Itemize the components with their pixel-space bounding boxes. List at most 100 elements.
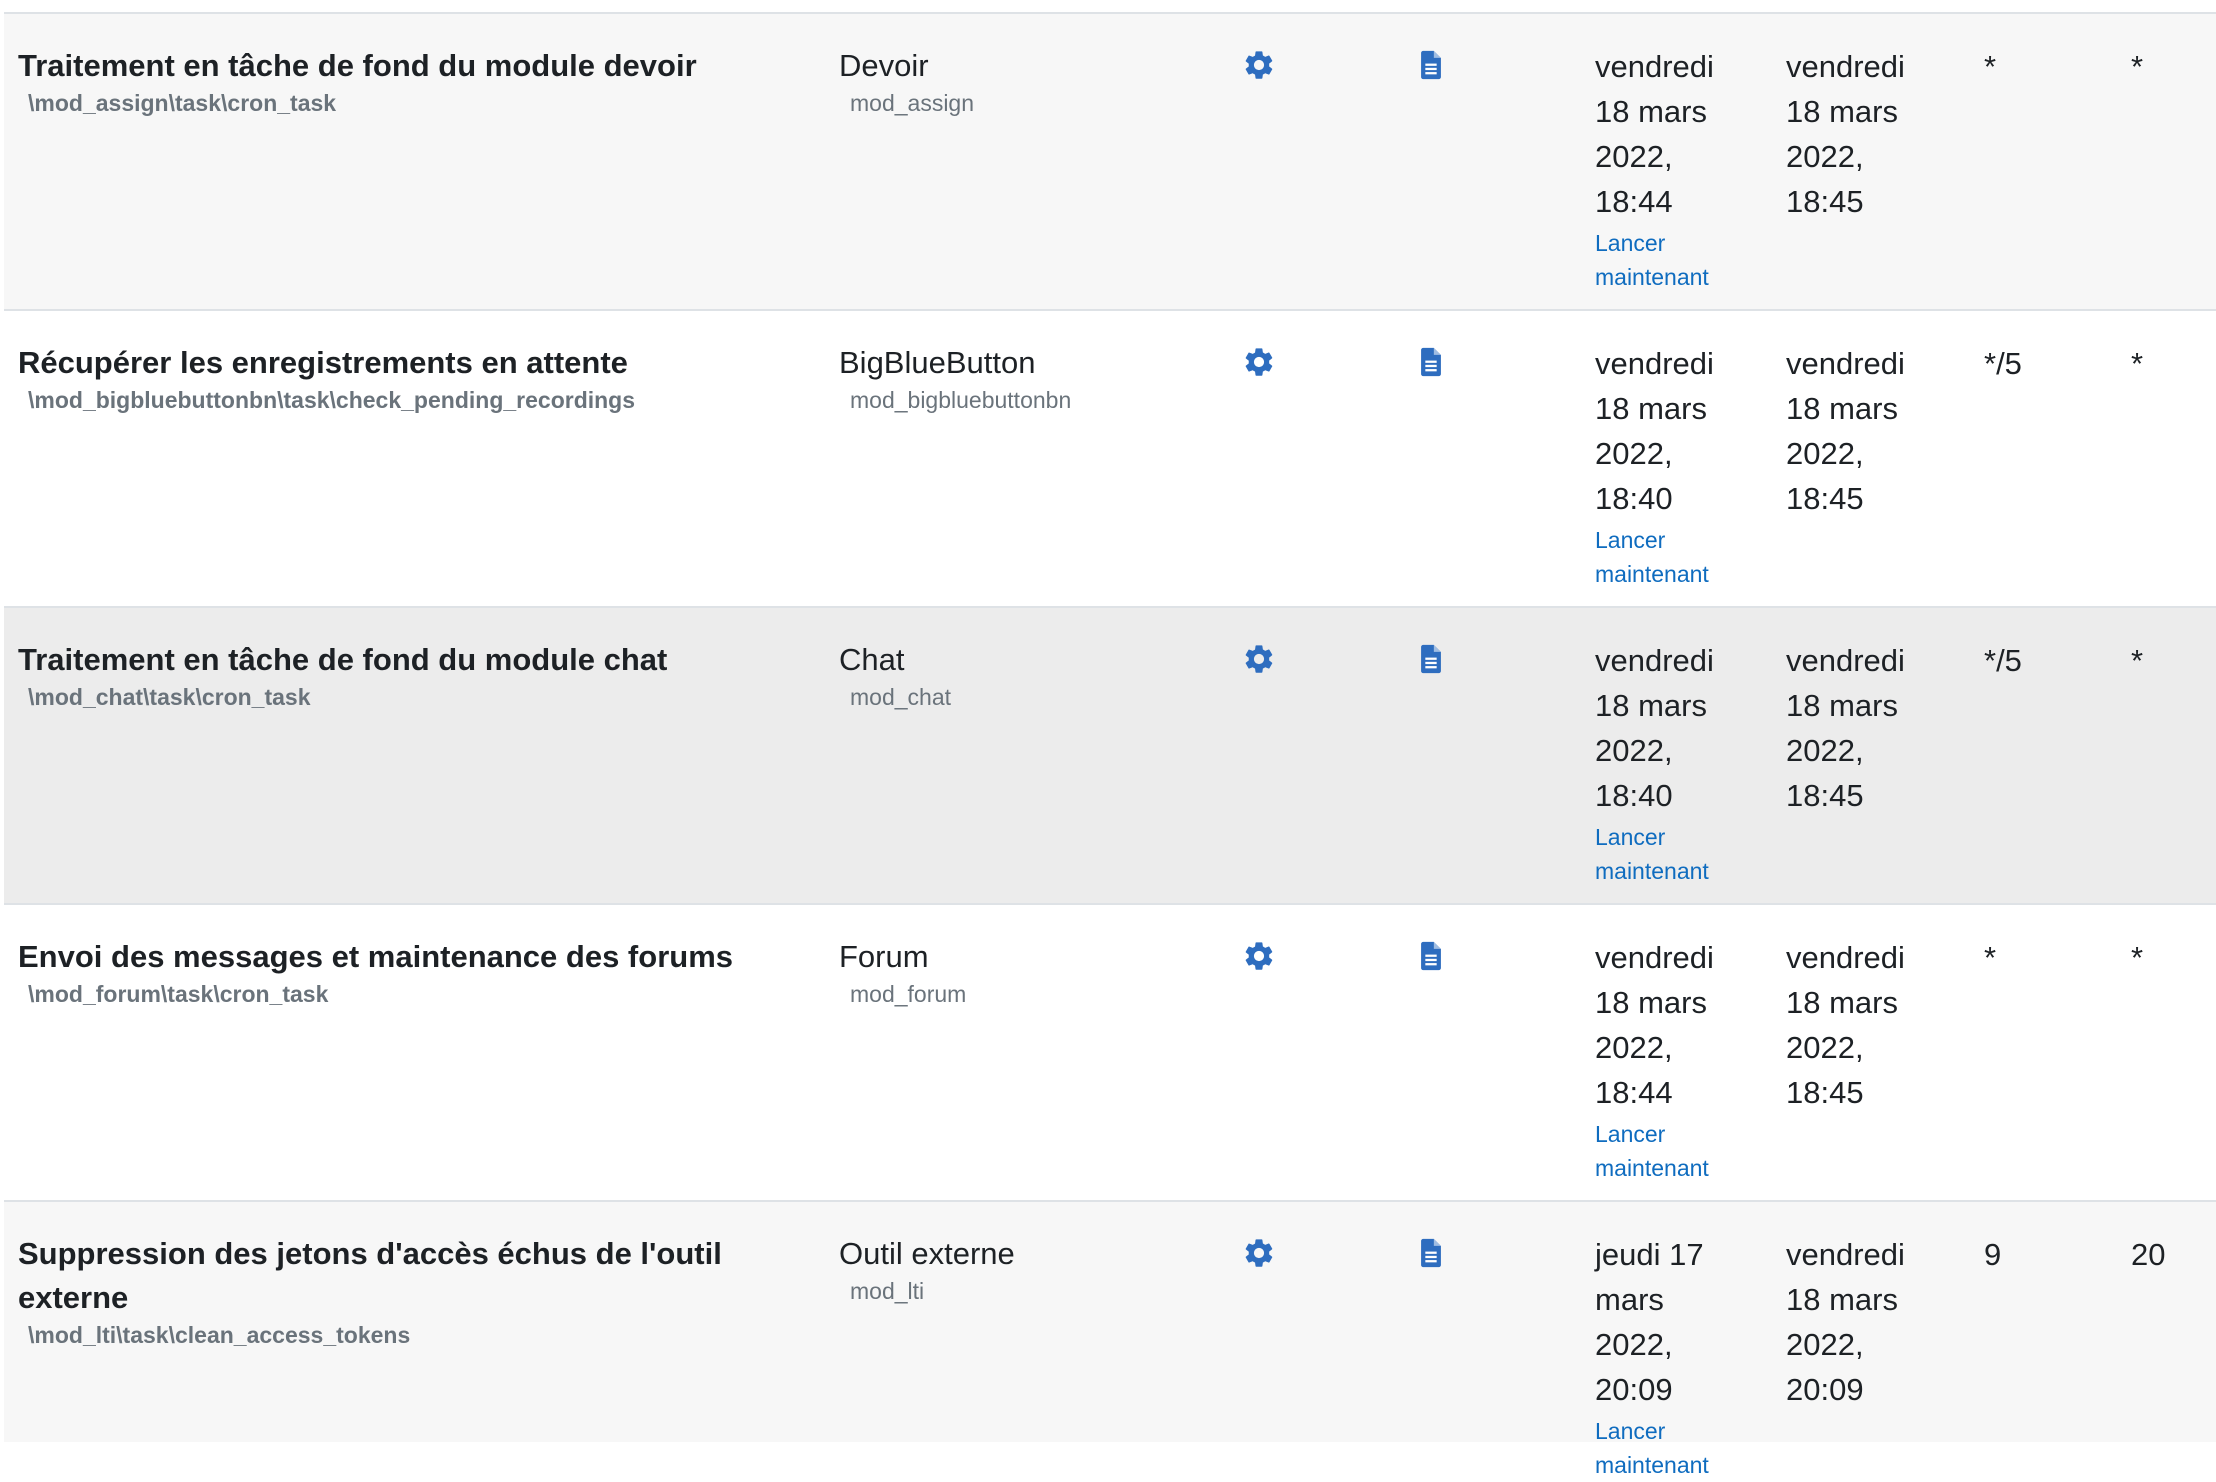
edit-cell — [1242, 638, 1276, 681]
table-row: Envoi des messages et maintenance des fo… — [4, 905, 2216, 1202]
last-run-value: jeudi 17 mars 2022, 20:09 — [1595, 1237, 1704, 1407]
minute-cell: 9 — [1984, 1232, 2104, 1277]
next-run-value: vendredi 18 mars 2022, 20:09 — [1786, 1237, 1905, 1407]
table-row: Suppression des jetons d'accès échus de … — [4, 1202, 2216, 1478]
component-cell: Forum mod_forum — [839, 935, 1199, 1009]
gear-icon[interactable] — [1242, 939, 1276, 973]
minute-cell: */5 — [1984, 341, 2104, 386]
task-name: Suppression des jetons d'accès échus de … — [18, 1236, 722, 1315]
component-cell: Devoir mod_assign — [839, 44, 1199, 118]
hour-cell: 20 — [2131, 1232, 2211, 1277]
component-name: Devoir — [839, 48, 929, 83]
document-icon[interactable] — [1414, 1236, 1448, 1270]
run-now-link[interactable]: Lancer maintenant — [1595, 523, 1770, 591]
task-name: Récupérer les enregistrements en attente — [18, 345, 628, 380]
table-row: Traitement en tâche de fond du module de… — [4, 14, 2216, 311]
component-name: Outil externe — [839, 1236, 1015, 1271]
task-classname: \mod_forum\task\cron_task — [28, 981, 329, 1007]
document-icon[interactable] — [1414, 642, 1448, 676]
minute-value: 9 — [1984, 1237, 2002, 1272]
run-now-link[interactable]: Lancer maintenant — [1595, 1414, 1770, 1482]
edit-cell — [1242, 44, 1276, 87]
last-run-cell: vendredi 18 mars 2022, 18:40 Lancer main… — [1595, 341, 1770, 591]
hour-value: 20 — [2131, 1237, 2166, 1272]
component-name: Forum — [839, 939, 929, 974]
component-code: mod_bigbluebuttonbn — [850, 387, 1072, 413]
log-cell — [1414, 1232, 1448, 1275]
component-cell: Outil externe mod_lti — [839, 1232, 1199, 1306]
task-classname: \mod_assign\task\cron_task — [28, 90, 337, 116]
hour-cell: * — [2131, 44, 2211, 89]
minute-value: */5 — [1984, 346, 2022, 381]
task-name: Traitement en tâche de fond du module ch… — [18, 642, 668, 677]
minute-value: * — [1984, 940, 1997, 975]
task-name: Envoi des messages et maintenance des fo… — [18, 939, 733, 974]
task-name-cell: Envoi des messages et maintenance des fo… — [18, 935, 808, 1009]
table-row: Récupérer les enregistrements en attente… — [4, 311, 2216, 608]
task-name-cell: Suppression des jetons d'accès échus de … — [18, 1232, 808, 1350]
last-run-cell: vendredi 18 mars 2022, 18:44 Lancer main… — [1595, 935, 1770, 1185]
run-now-link[interactable]: Lancer maintenant — [1595, 1117, 1770, 1185]
hour-cell: * — [2131, 341, 2211, 386]
component-code: mod_chat — [850, 684, 952, 710]
gear-icon[interactable] — [1242, 48, 1276, 82]
minute-value: * — [1984, 49, 1997, 84]
hour-value: * — [2131, 643, 2144, 678]
task-classname: \mod_chat\task\cron_task — [28, 684, 311, 710]
last-run-cell: vendredi 18 mars 2022, 18:40 Lancer main… — [1595, 638, 1770, 888]
task-name-cell: Traitement en tâche de fond du module de… — [18, 44, 808, 118]
edit-cell — [1242, 341, 1276, 384]
last-run-cell: vendredi 18 mars 2022, 18:44 Lancer main… — [1595, 44, 1770, 294]
next-run-value: vendredi 18 mars 2022, 18:45 — [1786, 643, 1905, 813]
last-run-value: vendredi 18 mars 2022, 18:40 — [1595, 643, 1714, 813]
gear-icon[interactable] — [1242, 1236, 1276, 1270]
gear-icon[interactable] — [1242, 642, 1276, 676]
last-run-value: vendredi 18 mars 2022, 18:44 — [1595, 940, 1714, 1110]
next-run-cell: vendredi 18 mars 2022, 20:09 — [1786, 1232, 1961, 1412]
last-run-value: vendredi 18 mars 2022, 18:40 — [1595, 346, 1714, 516]
minute-cell: * — [1984, 935, 2104, 980]
component-cell: Chat mod_chat — [839, 638, 1199, 712]
minute-cell: * — [1984, 44, 2104, 89]
gear-icon[interactable] — [1242, 345, 1276, 379]
scheduled-tasks-table: Traitement en tâche de fond du module de… — [4, 12, 2216, 1478]
component-name: BigBlueButton — [839, 345, 1036, 380]
minute-cell: */5 — [1984, 638, 2104, 683]
hour-value: * — [2131, 940, 2144, 975]
component-name: Chat — [839, 642, 905, 677]
run-now-link[interactable]: Lancer maintenant — [1595, 820, 1770, 888]
task-name-cell: Récupérer les enregistrements en attente… — [18, 341, 808, 415]
component-code: mod_assign — [850, 90, 975, 116]
component-code: mod_forum — [850, 981, 967, 1007]
minute-value: */5 — [1984, 643, 2022, 678]
run-now-link[interactable]: Lancer maintenant — [1595, 226, 1770, 294]
edit-cell — [1242, 935, 1276, 978]
hour-value: * — [2131, 49, 2144, 84]
next-run-cell: vendredi 18 mars 2022, 18:45 — [1786, 638, 1961, 818]
task-name: Traitement en tâche de fond du module de… — [18, 48, 697, 83]
task-classname: \mod_lti\task\clean_access_tokens — [28, 1322, 411, 1348]
task-classname: \mod_bigbluebuttonbn\task\check_pending_… — [28, 387, 636, 413]
log-cell — [1414, 341, 1448, 384]
table-row: Traitement en tâche de fond du module ch… — [4, 608, 2216, 905]
document-icon[interactable] — [1414, 939, 1448, 973]
log-cell — [1414, 935, 1448, 978]
edit-cell — [1242, 1232, 1276, 1275]
next-run-cell: vendredi 18 mars 2022, 18:45 — [1786, 935, 1961, 1115]
hour-cell: * — [2131, 638, 2211, 683]
next-run-value: vendredi 18 mars 2022, 18:45 — [1786, 49, 1905, 219]
component-code: mod_lti — [850, 1278, 925, 1304]
hour-value: * — [2131, 346, 2144, 381]
document-icon[interactable] — [1414, 48, 1448, 82]
next-run-cell: vendredi 18 mars 2022, 18:45 — [1786, 44, 1961, 224]
log-cell — [1414, 638, 1448, 681]
last-run-value: vendredi 18 mars 2022, 18:44 — [1595, 49, 1714, 219]
next-run-value: vendredi 18 mars 2022, 18:45 — [1786, 940, 1905, 1110]
document-icon[interactable] — [1414, 345, 1448, 379]
log-cell — [1414, 44, 1448, 87]
next-run-cell: vendredi 18 mars 2022, 18:45 — [1786, 341, 1961, 521]
task-name-cell: Traitement en tâche de fond du module ch… — [18, 638, 808, 712]
component-cell: BigBlueButton mod_bigbluebuttonbn — [839, 341, 1199, 415]
next-run-value: vendredi 18 mars 2022, 18:45 — [1786, 346, 1905, 516]
last-run-cell: jeudi 17 mars 2022, 20:09 Lancer mainten… — [1595, 1232, 1770, 1482]
